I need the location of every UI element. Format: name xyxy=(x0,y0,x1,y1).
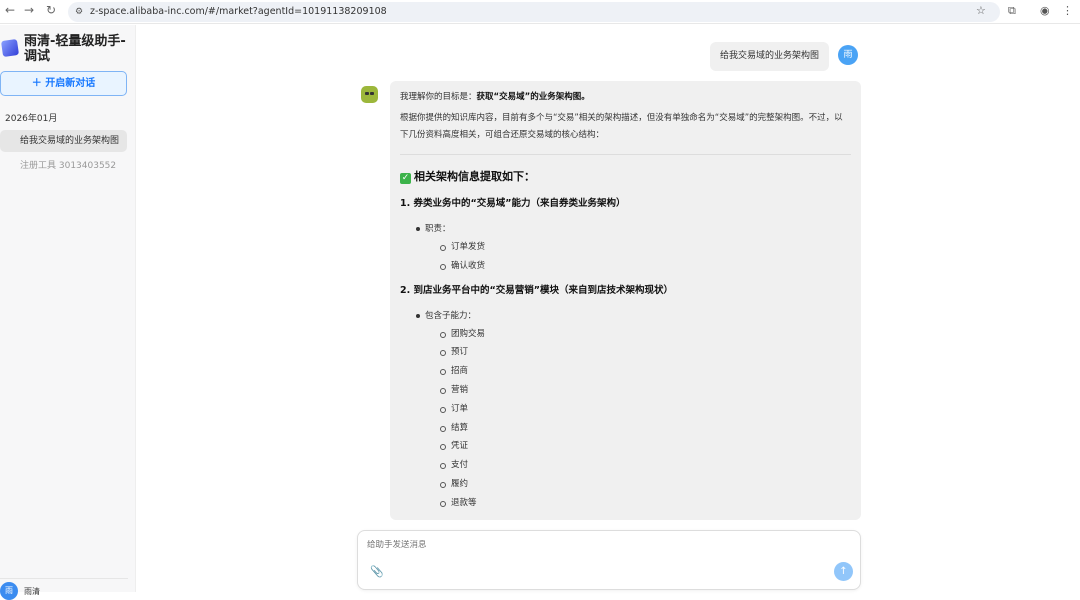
list-item: 预订 xyxy=(400,343,851,362)
url-text: z-space.alibaba-inc.com/#/market?agentId… xyxy=(90,6,387,17)
app-logo-icon xyxy=(0,38,20,58)
check-icon: ✓ xyxy=(400,173,411,184)
list-item: 职责： xyxy=(400,220,851,238)
back-icon[interactable]: ← xyxy=(5,3,15,17)
divider xyxy=(400,154,851,155)
list-item: 包含子能力： xyxy=(400,307,851,325)
list-item: 退款等 xyxy=(400,494,851,513)
attach-icon[interactable]: 📎 xyxy=(370,565,384,578)
list-item: 营销 xyxy=(400,381,851,400)
heading-text: 相关架构信息提取如下： xyxy=(414,170,535,183)
list-item: 履约 xyxy=(400,475,851,494)
site-settings-icon[interactable]: ⚙ xyxy=(75,2,83,22)
bookmark-star-icon[interactable]: ☆ xyxy=(976,4,986,17)
bot-avatar-icon xyxy=(361,86,378,103)
send-button[interactable]: ↑ xyxy=(834,562,853,581)
history-item[interactable]: 给我交易域的业务架构图 xyxy=(0,130,127,152)
message-composer: 📎 ↑ xyxy=(357,530,861,590)
section-title: 2. 到店业务平台中的“交易营销”模块（来自到店技术架构现状） xyxy=(400,284,674,296)
list-item: 订单发货 xyxy=(400,238,851,257)
list-item: 结算 xyxy=(400,419,851,438)
new-chat-button[interactable]: ＋ 开启新对话 xyxy=(0,71,127,96)
profile-icon[interactable]: ◉ xyxy=(1040,4,1050,17)
user-avatar[interactable]: 雨 xyxy=(0,582,18,600)
assistant-message: 我理解你的目标是：获取“交易域”的业务架构图。 根据你提供的知识库内容，目前有多… xyxy=(390,81,861,520)
list-item: 团购交易 xyxy=(400,325,851,344)
section-title: 1. 券类业务中的“交易域”能力（来自券类业务架构） xyxy=(400,198,626,209)
section-heading: ✓ 相关架构信息提取如下： xyxy=(400,167,851,187)
address-bar[interactable]: ⚙ z-space.alibaba-inc.com/#/market?agentI… xyxy=(68,2,1000,22)
history-item[interactable]: 注册工具 3013403552 xyxy=(0,155,127,177)
list-item: 支付 xyxy=(400,456,851,475)
user-message: 给我交易域的业务架构图 xyxy=(710,42,830,71)
divider xyxy=(0,578,128,579)
sidebar: 雨清-轻量级助手-调试 ＋ 开启新对话 2026年01月 给我交易域的业务架构图… xyxy=(0,25,136,600)
intro: 我理解你的目标是：获取“交易域”的业务架构图。 xyxy=(400,89,851,106)
history-month: 2026年01月 xyxy=(5,114,58,124)
user-avatar: 雨 xyxy=(838,45,858,65)
intro-prefix: 我理解你的目标是： xyxy=(400,92,477,102)
reload-icon[interactable]: ↻ xyxy=(46,3,56,17)
message-input[interactable] xyxy=(367,540,817,550)
paragraph: 根据你提供的知识库内容，目前有多个与“交易”相关的架构描述，但没有单独命名为“交… xyxy=(400,113,843,140)
extensions-icon[interactable]: ⧉ xyxy=(1008,4,1016,18)
list-item: 凭证 xyxy=(400,437,851,456)
browser-toolbar: ← → ↻ ⚙ z-space.alibaba-inc.com/#/market?… xyxy=(0,0,1080,24)
menu-icon[interactable]: ⋮ xyxy=(1062,4,1073,17)
list-item: 订单 xyxy=(400,400,851,419)
intro-goal: 获取“交易域”的业务架构图。 xyxy=(476,92,590,102)
list-item: 招商 xyxy=(400,362,851,381)
forward-icon[interactable]: → xyxy=(24,3,34,17)
app-title: 雨清-轻量级助手-调试 xyxy=(24,34,126,64)
list-item: 确认收货 xyxy=(400,257,851,276)
